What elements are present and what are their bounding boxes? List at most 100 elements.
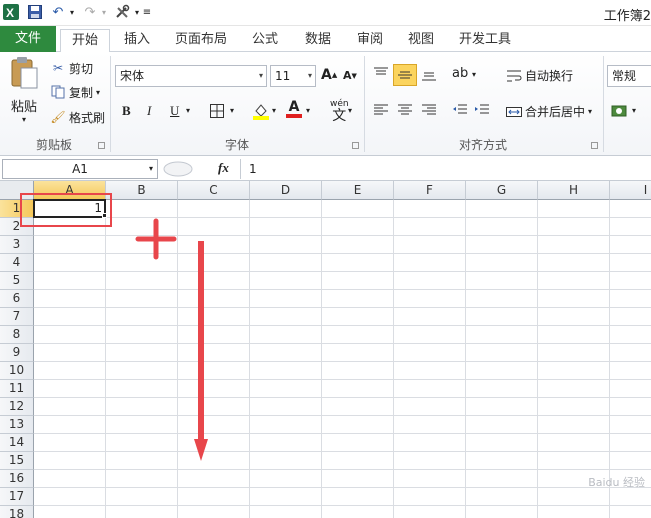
font-color-dropdown-icon[interactable]: ▾ bbox=[306, 106, 310, 115]
borders-dropdown-icon[interactable]: ▾ bbox=[230, 106, 234, 115]
group-separator bbox=[364, 56, 365, 152]
plus-annotation-icon bbox=[135, 218, 177, 260]
clipboard-launcher-icon[interactable] bbox=[98, 142, 105, 149]
bold-button[interactable]: B bbox=[122, 103, 131, 119]
tab-formulas[interactable]: 公式 bbox=[243, 29, 287, 52]
number-format-value: 常规 bbox=[612, 69, 637, 83]
paste-label: 粘贴 bbox=[10, 100, 37, 115]
borders-icon[interactable] bbox=[210, 104, 224, 118]
cut-label: 剪切 bbox=[69, 61, 94, 76]
tab-file[interactable]: 文件 bbox=[0, 26, 56, 52]
font-name-value: 宋体 bbox=[120, 69, 145, 83]
tab-developer[interactable]: 开发工具 bbox=[452, 29, 518, 52]
font-name-combo[interactable]: 宋体 ▾ bbox=[115, 65, 267, 87]
font-group-label: 字体 bbox=[224, 138, 249, 152]
paste-icon bbox=[11, 57, 38, 89]
underline-dropdown-icon[interactable]: ▾ bbox=[186, 106, 190, 115]
formula-controls: fx bbox=[160, 159, 240, 179]
align-center-icon[interactable] bbox=[397, 103, 413, 117]
tab-home[interactable]: 开始 bbox=[60, 29, 110, 53]
scissors-icon: ✂ bbox=[52, 61, 64, 75]
wrap-text-button[interactable]: 自动换行 bbox=[505, 67, 573, 84]
insert-function-icon[interactable]: fx bbox=[218, 160, 229, 176]
ribbon-tabs: 文件 开始 插入 页面布局 公式 数据 审阅 视图 开发工具 bbox=[0, 26, 651, 53]
title-bar: X ↶ ▾ ↷ ▾ ▾ ≡ 工作簿2 bbox=[0, 0, 651, 26]
font-launcher-icon[interactable] bbox=[352, 142, 359, 149]
excel-window: X ↶ ▾ ↷ ▾ ▾ ≡ 工作簿2 文件 开始 插入 页面布局 公式 数据 审… bbox=[0, 0, 651, 518]
tab-review[interactable]: 审阅 bbox=[348, 29, 392, 52]
redo-icon[interactable]: ↷ bbox=[82, 3, 98, 21]
copy-dropdown-icon: ▾ bbox=[96, 87, 101, 97]
save-icon[interactable] bbox=[26, 3, 44, 21]
wrap-text-label: 自动换行 bbox=[525, 69, 574, 83]
name-box[interactable]: A1 ▾ bbox=[2, 159, 158, 179]
group-separator bbox=[603, 56, 604, 152]
grow-font-icon[interactable]: A ▲ bbox=[321, 67, 337, 83]
align-right-icon[interactable] bbox=[421, 103, 437, 117]
accounting-format-icon[interactable] bbox=[611, 103, 631, 119]
font-size-combo[interactable]: 11 ▾ bbox=[270, 65, 316, 87]
undo-icon[interactable]: ↶ bbox=[50, 3, 66, 21]
worksheet-grid[interactable]: A B C D E F G H I 1 2 3 4 5 6 7 8 9 10 11 12 13 14 15 16 17 18 1 Bai… bbox=[0, 181, 651, 518]
name-box-dropdown-icon: ▾ bbox=[148, 164, 153, 173]
shrink-font-icon[interactable]: A ▼ bbox=[343, 69, 357, 82]
redo-dropdown-icon[interactable]: ▾ bbox=[99, 3, 109, 21]
accounting-dropdown-icon[interactable]: ▾ bbox=[632, 106, 636, 115]
paste-dropdown-icon: ▾ bbox=[21, 115, 26, 124]
font-color-icon[interactable]: A bbox=[286, 100, 302, 118]
watermark: Baidu 经验 bbox=[588, 476, 645, 489]
fill-color-dropdown-icon[interactable]: ▾ bbox=[272, 106, 276, 115]
merge-center-label: 合并后居中 bbox=[525, 105, 586, 119]
window-title: 工作簿2 bbox=[603, 9, 651, 24]
orientation-dropdown-icon[interactable]: ▾ bbox=[472, 70, 476, 79]
formula-bar: A1 ▾ fx 1 bbox=[0, 157, 651, 181]
font-size-value: 11 bbox=[275, 69, 291, 83]
font-size-dropdown-icon: ▾ bbox=[307, 71, 312, 80]
align-top-icon[interactable] bbox=[373, 67, 389, 81]
tab-view[interactable]: 视图 bbox=[399, 29, 443, 52]
merge-center-button[interactable]: 合并后居中 ▾ bbox=[505, 103, 592, 120]
undo-dropdown-icon[interactable]: ▾ bbox=[67, 3, 77, 21]
down-arrow-annotation-icon bbox=[194, 241, 208, 461]
paste-button[interactable]: 粘贴 ▾ bbox=[6, 56, 42, 136]
customize-qat-icon[interactable]: ≡ bbox=[142, 3, 152, 21]
align-middle-icon[interactable] bbox=[393, 64, 417, 86]
phonetic-dropdown-icon[interactable]: ▾ bbox=[348, 106, 352, 115]
tab-page-layout[interactable]: 页面布局 bbox=[168, 29, 234, 52]
font-name-dropdown-icon: ▾ bbox=[258, 71, 263, 80]
orientation-icon[interactable]: ab bbox=[452, 66, 468, 81]
copy-button[interactable]: 复制 ▾ bbox=[50, 83, 100, 101]
merge-center-icon bbox=[505, 105, 523, 119]
clipboard-group-label: 剪贴板 bbox=[35, 138, 72, 152]
align-bottom-icon[interactable] bbox=[421, 67, 437, 81]
tools-icon[interactable] bbox=[112, 3, 132, 21]
tools-dropdown-icon[interactable]: ▾ bbox=[132, 3, 142, 21]
increase-indent-icon[interactable] bbox=[474, 103, 490, 117]
alignment-group-label: 对齐方式 bbox=[458, 138, 507, 152]
merge-dropdown-icon: ▾ bbox=[588, 107, 593, 116]
name-box-value: A1 bbox=[72, 162, 88, 176]
tab-insert[interactable]: 插入 bbox=[114, 29, 160, 52]
brush-icon: 🖌 bbox=[50, 110, 66, 124]
align-left-icon[interactable] bbox=[373, 103, 389, 117]
underline-button[interactable]: U bbox=[170, 103, 179, 119]
tab-data[interactable]: 数据 bbox=[296, 29, 340, 52]
format-painter-button[interactable]: 🖌 格式刷 bbox=[50, 108, 105, 126]
cut-button[interactable]: ✂ 剪切 bbox=[50, 59, 93, 77]
alignment-launcher-icon[interactable] bbox=[591, 142, 598, 149]
italic-button[interactable]: I bbox=[147, 103, 151, 119]
phonetic-button[interactable]: wén 文 bbox=[330, 98, 349, 123]
group-separator bbox=[110, 56, 111, 152]
excel-logo-icon: X bbox=[2, 3, 20, 21]
formula-input[interactable]: 1 bbox=[240, 159, 651, 179]
copy-icon bbox=[50, 85, 66, 99]
fill-color-icon[interactable] bbox=[252, 102, 270, 120]
ribbon-home: 粘贴 ▾ ✂ 剪切 复制 ▾ 🖌 格式刷 剪贴板 宋体 ▾ 11 ▾ A ▲ A… bbox=[0, 52, 651, 156]
number-format-combo[interactable]: 常规 bbox=[607, 65, 651, 87]
svg-text:X: X bbox=[6, 6, 14, 20]
wrap-text-icon bbox=[505, 69, 523, 83]
decrease-indent-icon[interactable] bbox=[452, 103, 468, 117]
copy-label: 复制 bbox=[69, 85, 94, 100]
format-painter-label: 格式刷 bbox=[69, 110, 106, 125]
annotation-layer bbox=[135, 218, 208, 461]
